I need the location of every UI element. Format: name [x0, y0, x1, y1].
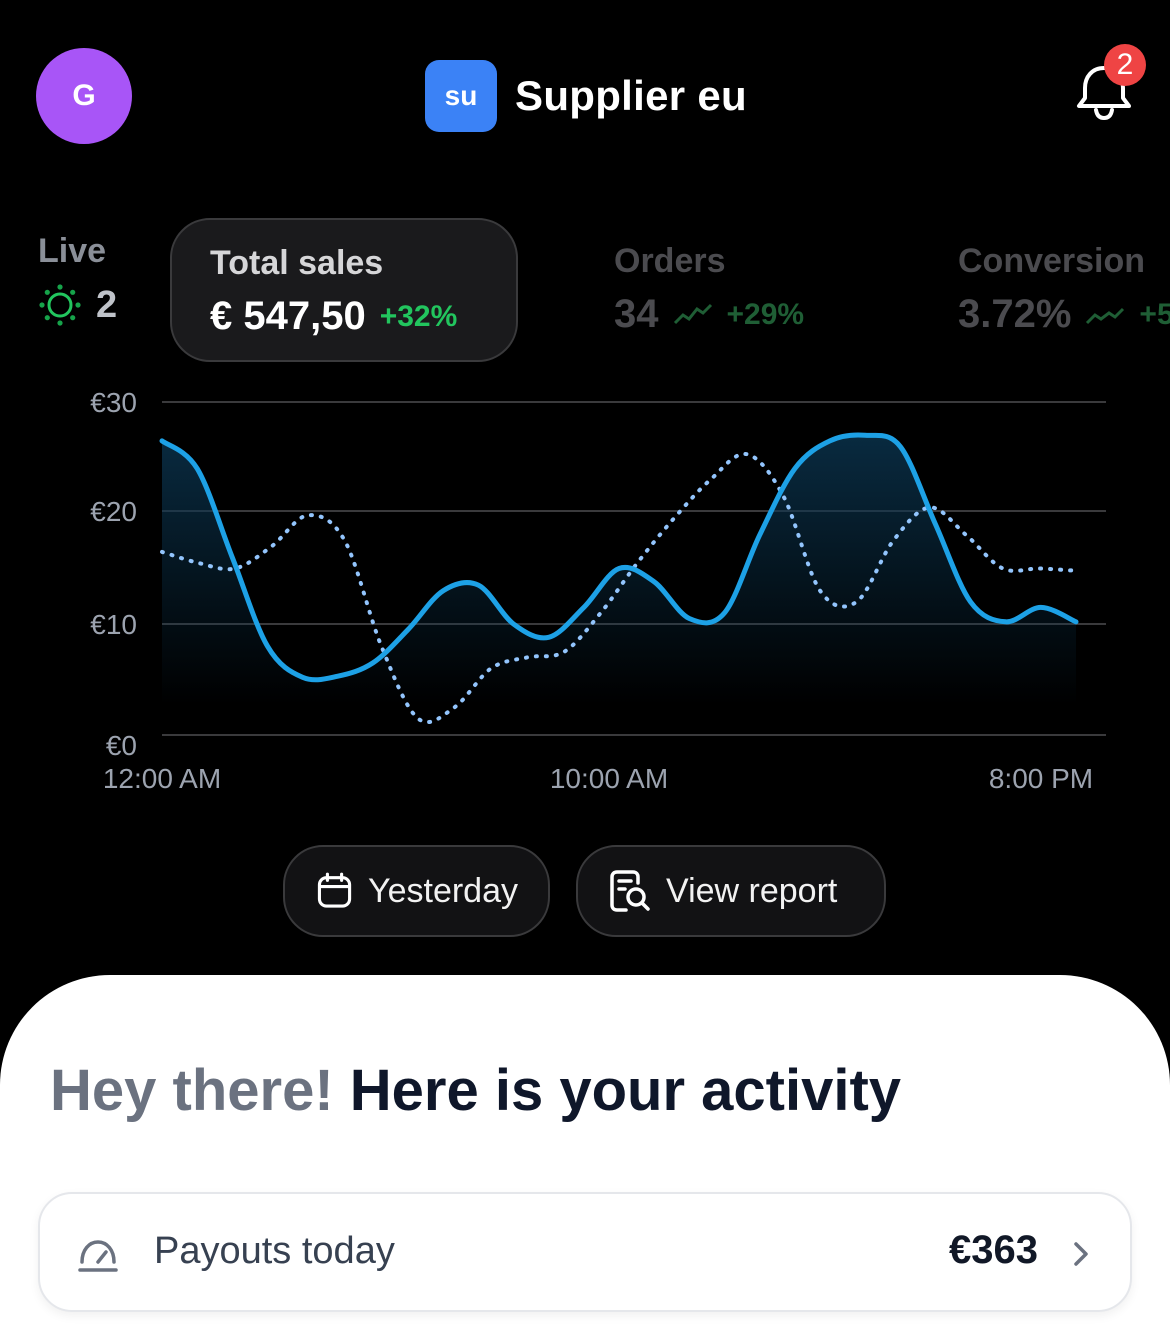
- live-count: 2: [96, 283, 118, 326]
- payouts-row[interactable]: Payouts today €363: [38, 1192, 1132, 1312]
- x-tick-label: 12:00 AM: [103, 763, 221, 794]
- trend-up-icon: [673, 303, 712, 324]
- date-range-button[interactable]: Yesterday: [283, 845, 550, 937]
- x-tick-label: 8:00 PM: [989, 763, 1093, 794]
- y-tick-label: €30: [90, 387, 137, 418]
- report-search-icon: [610, 870, 650, 912]
- payouts-label: Payouts today: [154, 1230, 395, 1272]
- payouts-amount: €363: [949, 1228, 1038, 1272]
- metric-label: Orders: [614, 242, 726, 280]
- calendar-icon: [317, 872, 352, 908]
- y-tick-label: €20: [90, 496, 137, 527]
- activity-heading: Hey there! Here is your activity: [50, 1057, 901, 1124]
- metric-label: Conversion: [958, 242, 1146, 280]
- store-badge: su: [425, 60, 497, 132]
- avatar-initial: G: [72, 79, 96, 112]
- y-tick-label: €0: [106, 730, 137, 761]
- view-report-label: View report: [666, 871, 838, 910]
- greeting-muted: Hey there!: [50, 1058, 334, 1123]
- activity-sheet: Hey there! Here is your activity Payouts…: [0, 975, 1170, 1340]
- live-visitors: Live 2: [38, 232, 117, 327]
- metric-value: 3.72%: [958, 292, 1072, 336]
- metric-delta: +29%: [726, 297, 805, 331]
- x-tick-label: 10:00 AM: [550, 763, 668, 794]
- greeting-strong: Here is your activity: [349, 1058, 902, 1123]
- chart-x-axis: 12:00 AM 10:00 AM 8:00 PM: [103, 763, 1093, 794]
- metric-value: 34: [614, 292, 659, 336]
- metric-orders[interactable]: Orders 34 +29%: [614, 218, 914, 362]
- sales-chart: €30 €20 €10 €0 12:00 AM 10:00 AM 8:00 PM: [90, 387, 1106, 794]
- gauge-icon: [78, 1240, 118, 1272]
- date-range-label: Yesterday: [368, 871, 518, 910]
- user-avatar[interactable]: G: [36, 48, 132, 144]
- metric-delta: +5: [1139, 297, 1170, 331]
- metric-value: € 547,50: [210, 294, 366, 338]
- store-switcher[interactable]: su Supplier eu: [425, 60, 747, 132]
- metric-label: Total sales: [210, 244, 384, 282]
- y-tick-label: €10: [90, 609, 137, 640]
- live-label: Live: [38, 232, 107, 270]
- trend-up-icon: [1086, 307, 1125, 324]
- chart-y-axis: €30 €20 €10 €0: [90, 387, 137, 761]
- store-name: Supplier eu: [515, 72, 748, 119]
- metric-conversion[interactable]: Conversion 3.72% +5: [958, 218, 1170, 362]
- metric-delta: +32%: [379, 299, 458, 333]
- live-pulse-icon: [39, 284, 81, 326]
- view-report-button[interactable]: View report: [576, 845, 886, 937]
- metric-total-sales[interactable]: Total sales € 547,50 +32%: [170, 218, 518, 362]
- chevron-right-icon: [1074, 1242, 1088, 1266]
- notification-badge: 2: [1104, 44, 1146, 86]
